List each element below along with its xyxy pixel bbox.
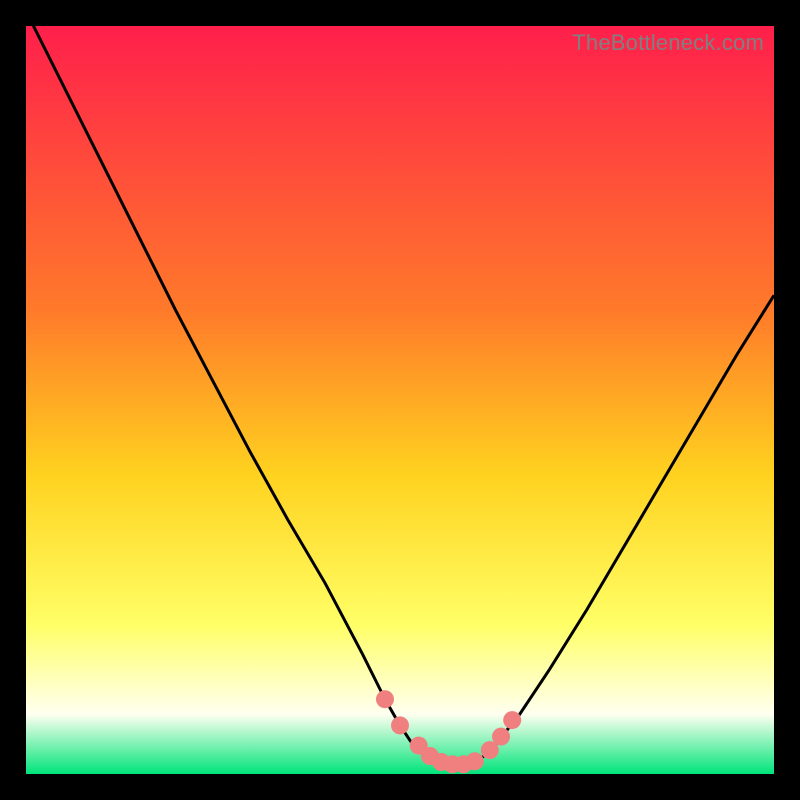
marker-dot <box>376 690 394 708</box>
marker-dot <box>391 716 409 734</box>
watermark-text: TheBottleneck.com <box>572 30 764 56</box>
chart-svg <box>26 26 774 774</box>
plot-area: TheBottleneck.com <box>26 26 774 774</box>
gradient-background <box>26 26 774 774</box>
marker-dot <box>503 711 521 729</box>
marker-dot <box>492 728 510 746</box>
outer-frame: TheBottleneck.com <box>0 0 800 800</box>
marker-dot <box>466 752 484 770</box>
